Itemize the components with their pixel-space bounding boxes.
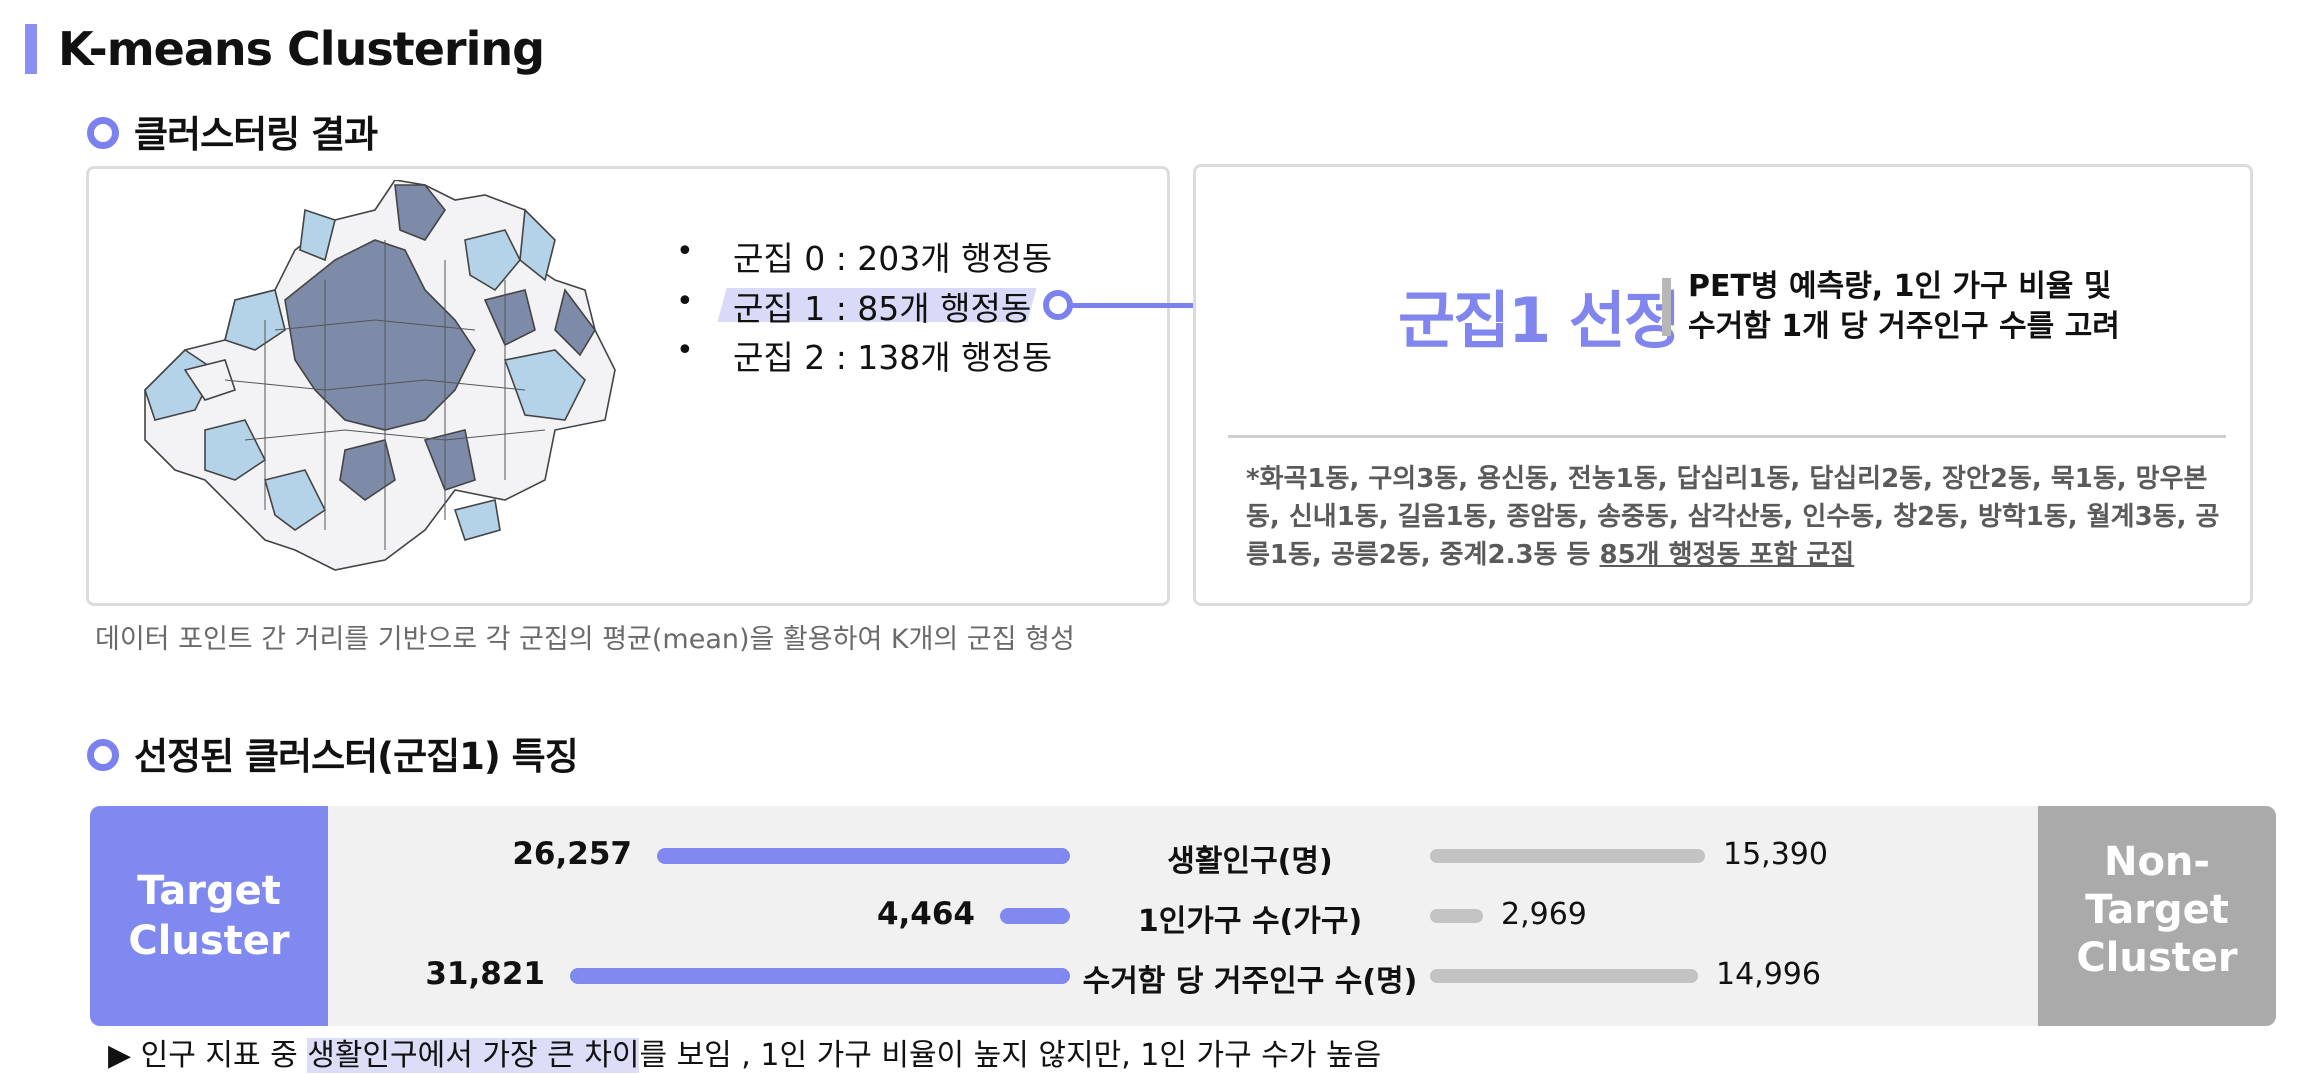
metric-label: 1인가구 수(가구) [1137,904,1363,939]
target-label-line-1: Target [137,868,281,914]
section-bullet-icon [87,739,119,771]
selection-criteria-note: PET병 예측량, 1인 가구 비율 및 수거함 1개 당 거주인구 수를 고려 [1688,267,2120,347]
cluster-2-label: 군집 2 : 138개 행정동 [733,338,1053,377]
target-bar [1000,908,1070,924]
footnote-suffix: 를 보임 , 1인 가구 비율이 높지 않지만, 1인 가구 수가 높음 [639,1038,1382,1073]
metric-label: 생활인구(명) [1167,844,1333,879]
summary-footnote: ▶ 인구 지표 중 생활인구에서 가장 큰 차이를 보임 , 1인 가구 비율이… [108,1030,1381,1074]
section-title-selected-cluster: 선정된 클러스터(군집1) 특징 [134,735,579,778]
non-target-bar [1430,909,1483,923]
footnote-highlight: 생활인구에서 가장 큰 차이 [307,1038,640,1073]
bullet-icon: • [676,284,694,319]
section-bullet-icon [87,117,119,149]
page-title: K-means Clustering [58,22,545,76]
target-value: 4,464 [876,896,975,932]
section-title-clustering-result: 클러스터링 결과 [134,113,378,156]
panel-divider [1228,435,2226,438]
non-target-bar [1430,849,1705,863]
selection-criteria-line-2: 수거함 1개 당 거주인구 수를 고려 [1688,309,2120,344]
bullet-icon: • [676,234,694,269]
selected-cluster-title: 군집1 선정 [1398,284,1681,357]
nontarget-label-line-3: Cluster [2076,935,2238,981]
bullet-icon: • [676,333,694,368]
cluster-1-label: 군집 1 : 85개 행정동 [733,289,1032,328]
nontarget-label-line-2: Target [2085,887,2229,933]
connector-dot-icon [1043,290,1073,320]
non-target-cluster-box: Non- Target Cluster [2038,806,2276,1026]
target-bar [657,848,1070,864]
non-target-bar [1430,969,1698,983]
selection-criteria-line-1: PET병 예측량, 1인 가구 비율 및 [1688,269,2112,304]
title-accent-bar [25,24,37,74]
cluster-0-label: 군집 0 : 203개 행정동 [733,239,1053,278]
seoul-dong-cluster-map [144,180,616,571]
nontarget-label-line-1: Non- [2103,839,2211,885]
dong-list: *화곡1동, 구의3동, 용신동, 전농1동, 답십리1동, 답십리2동, 장안… [1246,460,2226,574]
non-target-value: 14,996 [1716,957,1821,992]
target-bar [570,968,1070,984]
target-value: 31,821 [425,956,545,992]
cluster-comparison: Target Cluster Non- Target Cluster 26,25… [90,806,2276,1026]
target-label-line-2: Cluster [128,918,290,964]
target-cluster-box: Target Cluster [90,806,328,1026]
target-value: 26,257 [512,836,632,872]
non-target-value: 15,390 [1723,837,1828,872]
non-target-value: 2,969 [1501,897,1587,932]
footnote-prefix: ▶ 인구 지표 중 [108,1038,308,1073]
dong-list-emphasis: 85개 행정동 포함 군집 [1599,540,1855,570]
metric-label: 수거함 당 거주인구 수(명) [1082,964,1418,999]
kmeans-caption: 데이터 포인트 간 거리를 기반으로 각 군집의 평균(mean)을 활용하여 … [95,624,1075,655]
title-divider [1662,278,1671,336]
